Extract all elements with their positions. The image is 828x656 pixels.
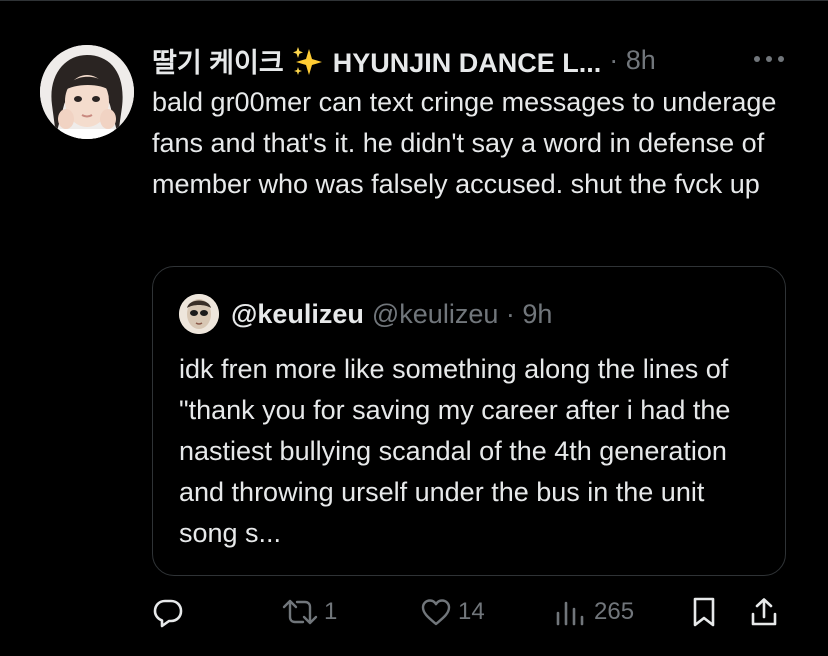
quoted-timestamp: 9h bbox=[522, 298, 553, 329]
reply-icon bbox=[153, 599, 183, 628]
bookmark-button[interactable] bbox=[690, 592, 718, 632]
quoted-tweet-card[interactable]: @keulizeu @keulizeu · 9h idk fren more l… bbox=[152, 266, 786, 576]
views-button[interactable]: 265 bbox=[554, 592, 634, 632]
author-display-name-suffix: HYUNJIN DANCE L... bbox=[332, 47, 602, 78]
tweet-text: bald gr00mer can text cringe messages to… bbox=[152, 87, 784, 199]
tweet-action-bar: 1 14 265 bbox=[152, 592, 792, 632]
views-count: 265 bbox=[594, 598, 635, 625]
reply-button[interactable] bbox=[152, 592, 190, 632]
avatar-image bbox=[40, 45, 134, 139]
views-icon bbox=[556, 601, 584, 626]
bookmark-icon bbox=[693, 597, 715, 627]
top-divider bbox=[0, 0, 828, 1]
share-icon bbox=[751, 598, 777, 626]
tweet-body: 딸기 케이크 HYUNJIN DANCE L... · 8h bald gr00… bbox=[152, 40, 802, 205]
like-count: 14 bbox=[458, 598, 485, 625]
like-icon bbox=[421, 599, 451, 626]
tweet-timestamp[interactable]: 8h bbox=[626, 45, 656, 75]
author-avatar[interactable] bbox=[40, 45, 134, 139]
retweet-button[interactable]: 1 bbox=[282, 592, 337, 632]
meta-separator: · bbox=[609, 44, 619, 75]
share-button[interactable] bbox=[748, 592, 780, 632]
retweet-icon bbox=[282, 599, 318, 625]
author-display-name-text: 딸기 케이크 bbox=[152, 47, 284, 78]
quoted-tweet-header: @keulizeu @keulizeu · 9h bbox=[179, 294, 553, 334]
like-button[interactable]: 14 bbox=[420, 592, 485, 632]
quoted-handle: @keulizeu bbox=[371, 298, 499, 329]
more-icon[interactable] bbox=[752, 54, 786, 64]
quoted-meta-separator: · bbox=[505, 298, 515, 329]
retweet-count: 1 bbox=[324, 598, 338, 625]
quoted-tweet-text: idk fren more like something along the l… bbox=[179, 354, 738, 548]
quoted-avatar-image bbox=[179, 294, 219, 334]
tweet-meta: · 8h bbox=[609, 45, 656, 76]
quoted-author-avatar bbox=[179, 294, 219, 334]
quoted-handle-meta: @keulizeu · 9h bbox=[372, 299, 553, 330]
quoted-display-name: @keulizeu bbox=[231, 298, 364, 329]
author-display-name[interactable]: 딸기 케이크 HYUNJIN DANCE L... bbox=[152, 41, 601, 80]
tweet-header: 딸기 케이크 HYUNJIN DANCE L... · 8h bbox=[152, 40, 802, 80]
sparkles-icon bbox=[293, 46, 323, 75]
